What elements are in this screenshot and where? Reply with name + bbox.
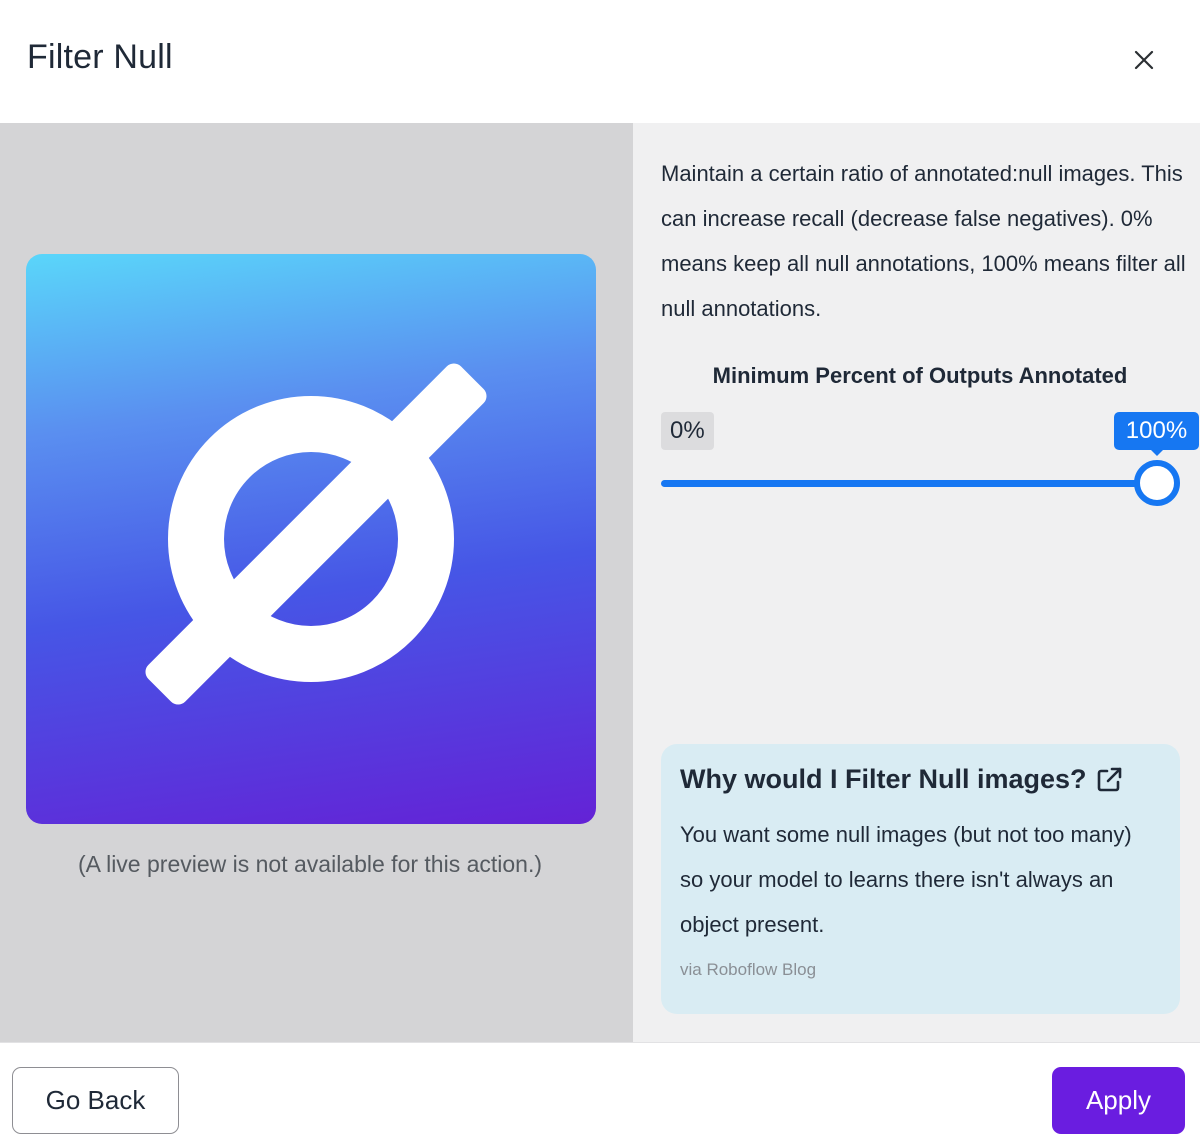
null-set-icon [145,363,487,705]
preview-caption: (A live preview is not available for thi… [77,851,543,877]
go-back-button[interactable]: Go Back [12,1067,179,1134]
filter-null-modal: Filter Null (A live preview is not avail… [0,0,1200,1148]
slider-value-tooltip: 100% [1114,412,1199,450]
slider-tooltip-pointer [1150,449,1164,456]
info-card-link[interactable]: Why would I Filter Null images? [680,764,1123,795]
slider-thumb[interactable] [1134,460,1180,506]
preview-image [26,254,596,824]
settings-panel: Maintain a certain ratio of annotated:nu… [633,123,1200,1042]
modal-footer: Go Back Apply [0,1042,1200,1148]
filter-description: Maintain a certain ratio of annotated:nu… [661,161,1186,321]
close-button[interactable] [1126,42,1162,78]
apply-button[interactable]: Apply [1052,1067,1185,1134]
external-link-icon [1095,766,1123,794]
slider-label: Minimum Percent of Outputs Annotated [712,363,1128,388]
info-card: Why would I Filter Null images? You want… [661,744,1180,1014]
modal-header: Filter Null [0,0,1200,123]
modal-title: Filter Null [27,38,173,76]
info-card-title: Why would I Filter Null images? [680,764,1087,794]
close-icon [1134,50,1154,70]
preview-panel: (A live preview is not available for thi… [0,123,633,1042]
info-card-source: via Roboflow Blog [680,960,817,979]
slider-min-label: 0% [661,412,714,450]
slider-track[interactable] [661,480,1157,487]
info-card-body: You want some null images (but not too m… [680,822,1132,937]
